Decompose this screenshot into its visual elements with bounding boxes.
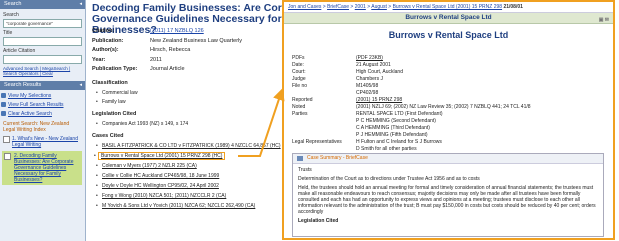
app-window: Search ◂ Search "corporate governance" T… <box>0 0 619 241</box>
callout-arrow <box>238 88 285 157</box>
